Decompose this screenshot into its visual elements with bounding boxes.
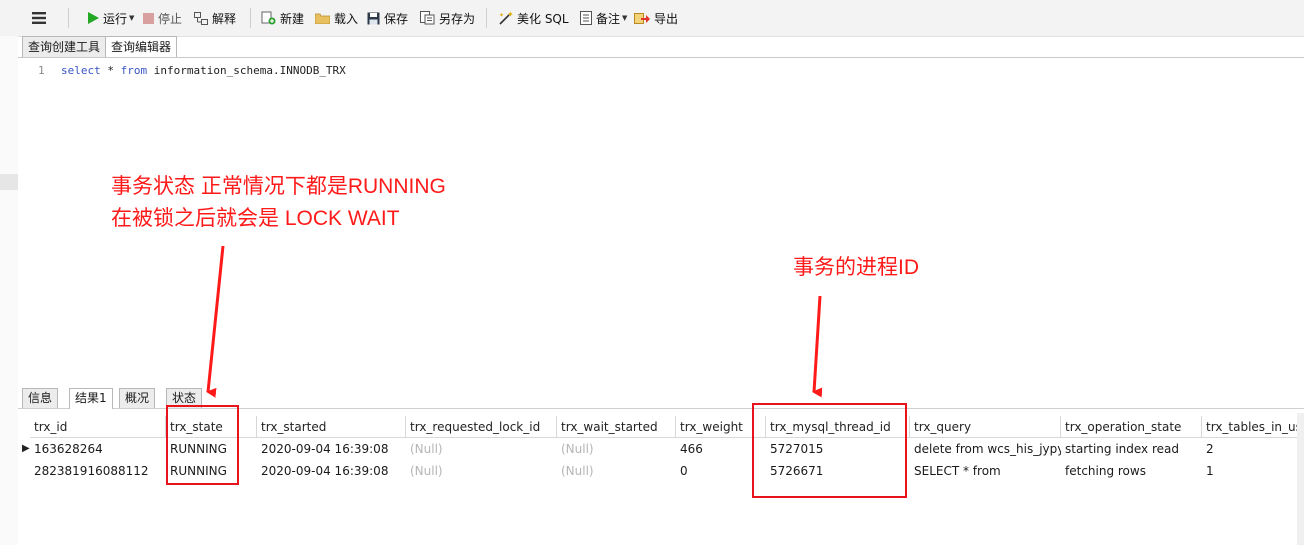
table-cell[interactable]: delete from wcs_his_jypyjc bbox=[910, 438, 1061, 460]
column-header-trx-tables-in-use[interactable]: trx_tables_in_use bbox=[1202, 416, 1299, 438]
table-cell[interactable]: (Null) bbox=[406, 438, 557, 460]
arrow-to-thread-id bbox=[812, 295, 823, 398]
tab-profile[interactable]: 概况 bbox=[119, 388, 156, 408]
column-header-trx-requested-lock-id[interactable]: trx_requested_lock_id bbox=[406, 416, 557, 438]
table-cell[interactable]: (Null) bbox=[557, 460, 676, 482]
tab-info[interactable]: 信息 bbox=[22, 388, 59, 408]
column-header-trx-operation-state[interactable]: trx_operation_state bbox=[1061, 416, 1202, 438]
column-header-trx-id[interactable]: trx_id bbox=[30, 416, 166, 438]
column-header-trx-query[interactable]: trx_query bbox=[910, 416, 1061, 438]
current-row-indicator-icon: ▶ bbox=[22, 443, 30, 454]
table-cell[interactable]: (Null) bbox=[557, 438, 676, 460]
table-cell[interactable]: fetching rows bbox=[1061, 460, 1202, 482]
tab-result1[interactable]: 结果1 bbox=[69, 388, 113, 409]
table-cell[interactable]: 163628264 bbox=[30, 438, 166, 460]
table-cell[interactable]: starting index read bbox=[1061, 438, 1202, 460]
table-cell[interactable]: 1 bbox=[1202, 460, 1299, 482]
table-cell[interactable]: 2020-09-04 16:39:08 bbox=[257, 460, 406, 482]
column-header-trx-started[interactable]: trx_started bbox=[257, 416, 406, 438]
table-cell[interactable]: (Null) bbox=[406, 460, 557, 482]
column-header-trx-wait-started[interactable]: trx_wait_started bbox=[557, 416, 676, 438]
table-cell[interactable]: 2 bbox=[1202, 438, 1299, 460]
table-cell[interactable]: 282381916088112 bbox=[30, 460, 166, 482]
vertical-scrollbar[interactable] bbox=[1297, 413, 1304, 545]
arrow-to-trx-state bbox=[206, 245, 225, 398]
table-cell[interactable]: 2020-09-04 16:39:08 bbox=[257, 438, 406, 460]
table-cell[interactable]: SELECT * from bbox=[910, 460, 1061, 482]
highlight-box-trx-state bbox=[166, 405, 239, 485]
highlight-box-thread-id bbox=[752, 403, 907, 498]
